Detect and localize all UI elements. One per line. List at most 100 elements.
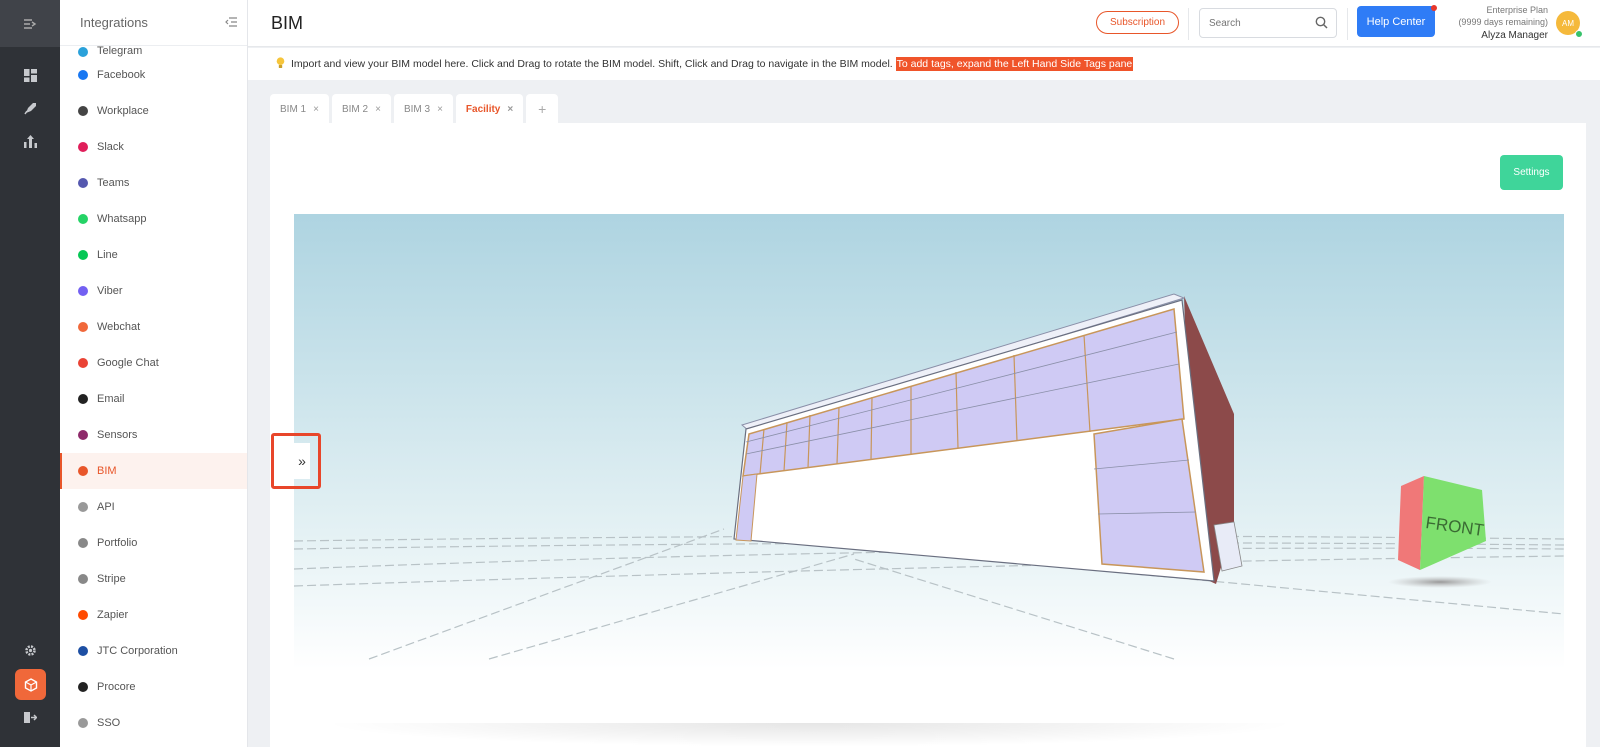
- sidebar-title: Integrations: [80, 15, 148, 30]
- close-tab-icon[interactable]: ×: [313, 104, 319, 115]
- sidebar-item-label: Slack: [97, 141, 124, 153]
- divider: [1188, 8, 1189, 40]
- sidebar-item-viber[interactable]: Viber: [60, 273, 247, 309]
- procore-icon: [78, 682, 88, 692]
- plan-info: Enterprise Plan (9999 days remaining) Al…: [1444, 4, 1548, 42]
- telegram-icon: [78, 47, 88, 57]
- sidebar-item-label: Teams: [97, 177, 130, 189]
- search-input[interactable]: [1200, 9, 1300, 37]
- tab-facility[interactable]: Facility ×: [455, 94, 524, 124]
- sidebar-item-label: Portfolio: [97, 537, 138, 549]
- sso-icon: [78, 718, 88, 728]
- sidebar-item-label: Workplace: [97, 105, 149, 117]
- sidebar-item-workplace[interactable]: Workplace: [60, 93, 247, 129]
- tab-label: BIM 3: [403, 103, 431, 115]
- facebook-icon: [78, 70, 88, 80]
- search-icon[interactable]: [1315, 16, 1328, 34]
- sidebar-item-email[interactable]: Email: [60, 381, 247, 417]
- bim-viewer-canvas[interactable]: FRONT: [294, 214, 1564, 669]
- sidebar-item-label: Stripe: [97, 573, 126, 585]
- tab-label: Facility: [465, 103, 501, 115]
- sidebar-item-label: Telegram: [97, 45, 143, 57]
- divider: [1347, 8, 1348, 40]
- settings-icon[interactable]: [0, 638, 60, 662]
- bim-icon: [78, 466, 88, 476]
- plan-remaining: (9999 days remaining): [1458, 17, 1548, 27]
- sidebar-item-sensors[interactable]: Sensors: [60, 417, 247, 453]
- sidebar-item-sso[interactable]: SSO: [60, 705, 247, 741]
- sidebar-item-api[interactable]: API: [60, 489, 247, 525]
- tab-bim-1[interactable]: BIM 1 ×: [270, 94, 329, 124]
- sidebar-item-label: Webchat: [97, 321, 141, 333]
- sidebar-header: Integrations: [60, 0, 247, 46]
- menu-toggle-icon[interactable]: [0, 0, 60, 47]
- sidebar-item-label: Whatsapp: [97, 213, 147, 225]
- portfolio-icon: [78, 538, 88, 548]
- bim-panel: Settings FRONT: [270, 123, 1586, 747]
- notification-dot: [1431, 5, 1437, 11]
- viber-icon: [78, 286, 88, 296]
- add-tab-button[interactable]: +: [526, 94, 559, 124]
- info-highlight: To add tags, expand the Left Hand Side T…: [895, 57, 1134, 71]
- topbar: BIM Subscription Help Center Enterprise …: [248, 0, 1600, 47]
- icon-rail: [0, 0, 60, 747]
- line-icon: [78, 250, 88, 260]
- sidebar-item-line[interactable]: Line: [60, 237, 247, 273]
- integrations-sidebar: Integrations Telegram Facebook Workplace S…: [60, 0, 248, 747]
- slack-icon: [78, 142, 88, 152]
- sidebar-item-label: API: [97, 501, 115, 513]
- logout-icon[interactable]: [0, 705, 60, 729]
- rocket-icon[interactable]: [0, 96, 60, 120]
- sidebar-item-label: Facebook: [97, 69, 146, 81]
- tab-label: BIM 1: [280, 103, 307, 115]
- user-name[interactable]: Alyza Manager: [1444, 30, 1548, 42]
- online-status-dot: [1575, 30, 1583, 38]
- dashboard-icon[interactable]: [0, 63, 60, 87]
- bim-cube-icon[interactable]: [15, 669, 46, 700]
- tab-bim-2[interactable]: BIM 2 ×: [331, 94, 391, 124]
- sidebar-item-label: Procore: [97, 681, 136, 693]
- close-tab-icon[interactable]: ×: [437, 104, 443, 115]
- lightbulb-icon: [276, 56, 285, 72]
- settings-button[interactable]: Settings: [1500, 155, 1563, 190]
- sidebar-item-label: BIM: [97, 465, 117, 477]
- tab-label: BIM 2: [341, 103, 369, 115]
- sidebar-item-label: Line: [97, 249, 118, 261]
- sidebar-item-slack[interactable]: Slack: [60, 129, 247, 165]
- double-chevron-right-icon[interactable]: »: [294, 443, 310, 479]
- sidebar-item-portfolio[interactable]: Portfolio: [60, 525, 247, 561]
- analytics-icon[interactable]: [0, 129, 60, 153]
- expand-tags-pane-button[interactable]: »: [271, 433, 321, 489]
- sidebar-item-label: Sensors: [97, 429, 138, 441]
- sidebar-item-label: SSO: [97, 717, 121, 729]
- sidebar-item-stripe[interactable]: Stripe: [60, 561, 247, 597]
- subscription-button[interactable]: Subscription: [1096, 11, 1179, 34]
- sidebar-item-teams[interactable]: Teams: [60, 165, 247, 201]
- sidebar-item-zapier[interactable]: Zapier: [60, 597, 247, 633]
- sidebar-item-bim[interactable]: BIM: [60, 453, 247, 489]
- sidebar-item-whatsapp[interactable]: Whatsapp: [60, 201, 247, 237]
- sidebar-item-webchat[interactable]: Webchat: [60, 309, 247, 345]
- sidebar-item-label: Email: [97, 393, 125, 405]
- sidebar-item-procore[interactable]: Procore: [60, 669, 247, 705]
- info-text: Import and view your BIM model here. Cli…: [291, 58, 893, 70]
- info-bar: Import and view your BIM model here. Cli…: [248, 48, 1600, 80]
- email-icon: [78, 394, 88, 404]
- teams-icon: [78, 178, 88, 188]
- sidebar-item-label: Google Chat: [97, 357, 159, 369]
- help-center-button[interactable]: Help Center: [1357, 6, 1435, 37]
- sidebar-item-label: Viber: [97, 285, 123, 297]
- close-tab-icon[interactable]: ×: [507, 104, 513, 115]
- stripe-icon: [78, 574, 88, 584]
- sidebar-item-google-chat[interactable]: Google Chat: [60, 345, 247, 381]
- sidebar-item-label: Zapier: [97, 609, 129, 621]
- zapier-icon: [78, 610, 88, 620]
- search-box[interactable]: [1199, 8, 1337, 38]
- collapse-sidebar-icon[interactable]: [225, 14, 237, 32]
- close-tab-icon[interactable]: ×: [375, 104, 381, 115]
- tab-bim-3[interactable]: BIM 3 ×: [393, 94, 453, 124]
- jtc-corporation-icon: [78, 646, 88, 656]
- sidebar-item-jtc-corporation[interactable]: JTC Corporation: [60, 633, 247, 669]
- sidebar-item-facebook[interactable]: Facebook: [60, 57, 247, 93]
- sidebar-list: Telegram Facebook Workplace Slack Teams What…: [60, 33, 247, 741]
